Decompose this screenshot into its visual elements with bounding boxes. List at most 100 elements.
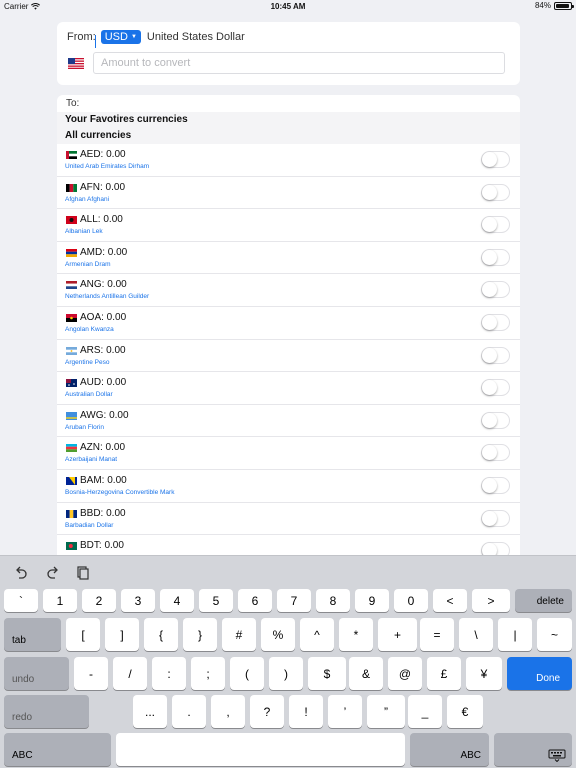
key-close-bracket[interactable]: ]	[105, 618, 139, 651]
key-2[interactable]: 2	[82, 589, 116, 612]
key-5[interactable]: 5	[199, 589, 233, 612]
key-percent[interactable]: %	[261, 618, 295, 651]
afghanistan-flag-icon	[66, 183, 77, 192]
favorite-toggle[interactable]	[481, 509, 510, 527]
favorite-toggle[interactable]	[481, 379, 510, 397]
azerbaijan-flag-icon	[66, 444, 77, 453]
currency-list: AED: 0.00 United Arab Emirates Dirham AF…	[57, 144, 520, 555]
currency-row-bbd[interactable]: BBD: 0.00 Barbadian Dollar	[57, 503, 520, 536]
currency-row-aud[interactable]: AUD: 0.00 Australian Dollar	[57, 372, 520, 405]
key-colon[interactable]: :	[152, 657, 186, 690]
favorite-toggle[interactable]	[481, 411, 510, 429]
currency-row-afn[interactable]: AFN: 0.00 Afghan Afghani	[57, 177, 520, 210]
amount-input[interactable]	[93, 52, 505, 74]
toggle-knob	[482, 347, 497, 363]
key-pound[interactable]: £	[427, 657, 461, 690]
key-8[interactable]: 8	[316, 589, 350, 612]
delete-key[interactable]: delete	[515, 589, 572, 612]
favorite-toggle[interactable]	[481, 281, 510, 299]
favorite-toggle[interactable]	[481, 151, 510, 168]
key-plus[interactable]: +	[378, 618, 417, 651]
paste-icon[interactable]	[74, 564, 90, 580]
key-hash[interactable]: #	[222, 618, 256, 651]
key-0[interactable]: 0	[394, 589, 428, 612]
abc-key-left[interactable]: ABC	[4, 733, 111, 766]
key-slash[interactable]: /	[113, 657, 147, 690]
tab-key[interactable]: tab	[4, 618, 61, 651]
abc-key-right[interactable]: ABC	[410, 733, 489, 766]
key-less-than[interactable]: <	[433, 589, 467, 612]
favorite-toggle[interactable]	[481, 346, 510, 364]
key-dollar[interactable]: $	[308, 657, 346, 690]
currency-row-azn[interactable]: AZN: 0.00 Azerbaijani Manat	[57, 437, 520, 470]
currency-row-aoa[interactable]: AOA: 0.00 Angolan Kwanza	[57, 307, 520, 340]
key-apostrophe[interactable]: ’	[328, 695, 362, 728]
redo-icon[interactable]	[44, 564, 60, 580]
toggle-knob	[482, 510, 497, 526]
key-comma[interactable]: ,	[211, 695, 245, 728]
key-open-paren[interactable]: (	[230, 657, 264, 690]
key-at[interactable]: @	[388, 657, 422, 690]
toggle-knob	[482, 314, 497, 330]
key-backtick[interactable]: `	[4, 589, 38, 612]
key-yen[interactable]: ¥	[466, 657, 502, 690]
hide-keyboard-key[interactable]	[494, 733, 572, 766]
currency-code: AZN: 0.00	[80, 442, 126, 454]
favorite-toggle[interactable]	[481, 313, 510, 331]
key-pipe[interactable]: |	[498, 618, 532, 651]
key-tilde[interactable]: ~	[537, 618, 572, 651]
currency-row-awg[interactable]: AWG: 0.00 Aruban Florin	[57, 405, 520, 438]
currency-row-ang[interactable]: ANG: 0.00 Netherlands Antillean Guilder	[57, 274, 520, 307]
battery-icon	[554, 1, 574, 10]
from-currency-select[interactable]: USD ▼	[100, 30, 141, 44]
key-9[interactable]: 9	[355, 589, 389, 612]
favorite-toggle[interactable]	[481, 183, 510, 201]
key-3[interactable]: 3	[121, 589, 155, 612]
done-key[interactable]: Done	[507, 657, 572, 690]
status-bar: Carrier 10:45 AM 84%	[0, 0, 576, 14]
currency-row-ars[interactable]: ARS: 0.00 Argentine Peso	[57, 340, 520, 373]
key-4[interactable]: 4	[160, 589, 194, 612]
key-caret[interactable]: ^	[300, 618, 334, 651]
currency-name: United Arab Emirates Dirham	[65, 163, 150, 170]
key-ampersand[interactable]: &	[349, 657, 383, 690]
key-1[interactable]: 1	[43, 589, 77, 612]
favorite-toggle[interactable]	[481, 444, 510, 462]
key-open-brace[interactable]: {	[144, 618, 178, 651]
currency-row-bdt[interactable]: BDT: 0.00	[57, 535, 520, 555]
favorite-toggle[interactable]	[481, 216, 510, 234]
undo-key[interactable]: undo	[4, 657, 69, 690]
undo-icon[interactable]	[14, 564, 30, 580]
aruba-flag-icon	[66, 411, 77, 420]
key-close-brace[interactable]: }	[183, 618, 217, 651]
key-open-bracket[interactable]: [	[66, 618, 100, 651]
key-greater-than[interactable]: >	[472, 589, 510, 612]
key-quote[interactable]: ”	[367, 695, 405, 728]
key-asterisk[interactable]: *	[339, 618, 373, 651]
currency-row-bam[interactable]: BAM: 0.00 Bosnia-Herzegovina Convertible…	[57, 470, 520, 503]
favorite-toggle[interactable]	[481, 476, 510, 494]
space-key[interactable]	[116, 733, 405, 766]
key-7[interactable]: 7	[277, 589, 311, 612]
currency-row-aed[interactable]: AED: 0.00 United Arab Emirates Dirham	[57, 144, 520, 177]
currency-name: Netherlands Antillean Guilder	[65, 293, 150, 301]
key-close-paren[interactable]: )	[269, 657, 303, 690]
key-question[interactable]: ?	[250, 695, 284, 728]
key-backslash[interactable]: \	[459, 618, 493, 651]
currency-row-amd[interactable]: AMD: 0.00 Armenian Dram	[57, 242, 520, 275]
key-6[interactable]: 6	[238, 589, 272, 612]
key-exclamation[interactable]: !	[289, 695, 323, 728]
currency-code: BAM: 0.00	[80, 474, 127, 486]
key-euro[interactable]: €	[447, 695, 483, 728]
redo-key[interactable]: redo	[4, 695, 89, 728]
currency-row-all[interactable]: ALL: 0.00 Albanian Lek	[57, 209, 520, 242]
key-semicolon[interactable]: ;	[191, 657, 225, 690]
favorite-toggle[interactable]	[481, 248, 510, 266]
key-ellipsis[interactable]: ...	[133, 695, 167, 728]
favorite-toggle[interactable]	[481, 542, 510, 555]
key-minus[interactable]: -	[74, 657, 108, 690]
key-period[interactable]: .	[172, 695, 206, 728]
key-underscore[interactable]: _	[408, 695, 442, 728]
toggle-knob	[482, 412, 497, 428]
key-equals[interactable]: =	[420, 618, 454, 651]
